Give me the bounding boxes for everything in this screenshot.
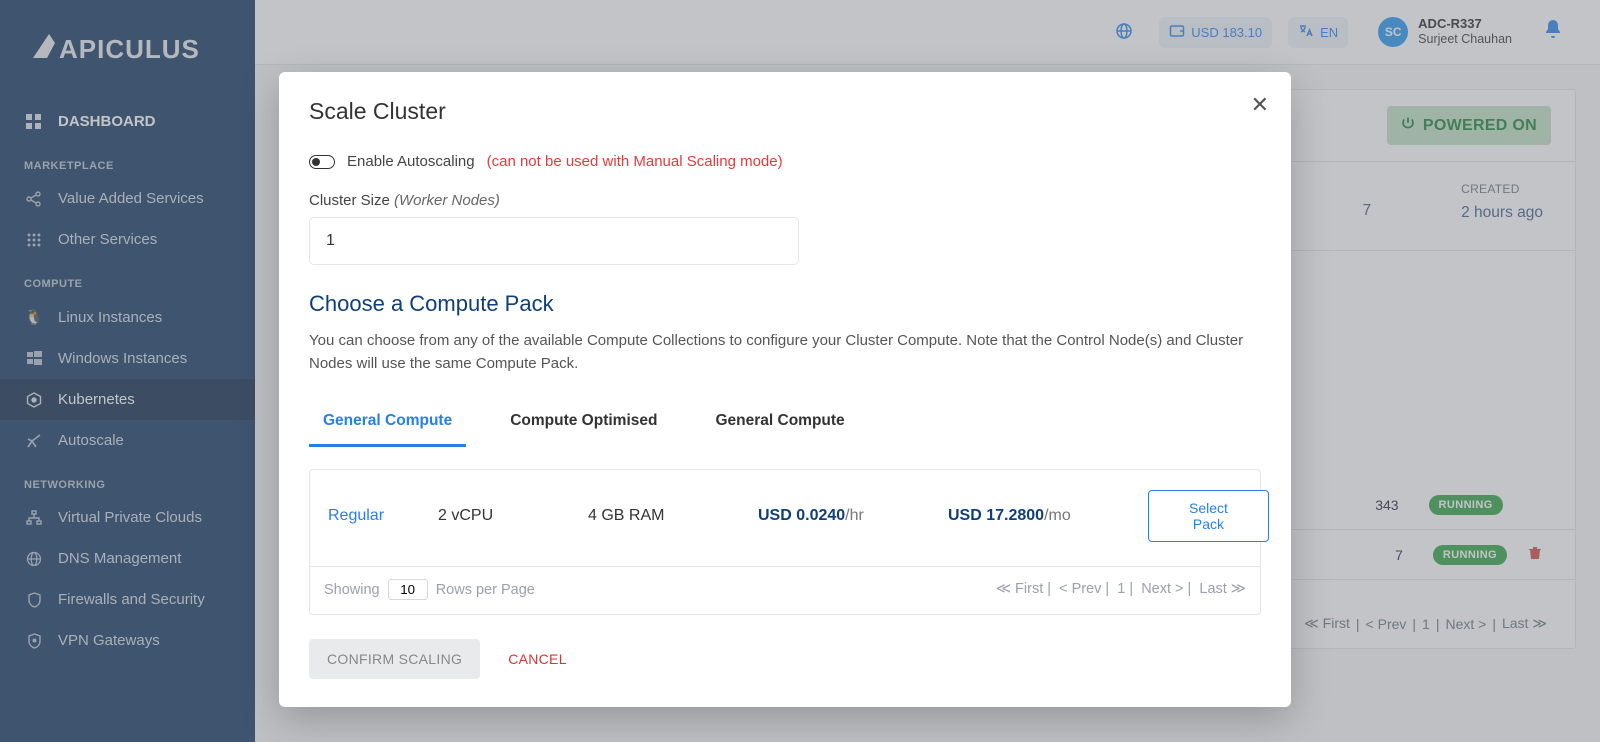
pager-last[interactable]: Last ≫ xyxy=(1199,581,1246,597)
pack-price-mo: USD 17.2800/mo xyxy=(948,507,1148,525)
pager-rows-suffix: Rows per Page xyxy=(436,582,535,598)
tab-general-compute-2[interactable]: General Compute xyxy=(701,402,858,447)
cancel-button[interactable]: CANCEL xyxy=(508,651,567,667)
size-label-text: Cluster Size xyxy=(309,192,390,209)
pager-first[interactable]: ≪ First xyxy=(996,581,1043,597)
pack-pager: Showing Rows per Page ≪ First | < Prev |… xyxy=(310,566,1260,614)
modal-title: Scale Cluster xyxy=(309,98,1261,125)
size-label-hint: (Worker Nodes) xyxy=(394,192,500,209)
pack-pager-right: ≪ First | < Prev | 1 | Next > | Last ≫ xyxy=(996,581,1246,597)
price-unit: /hr xyxy=(845,507,864,524)
select-pack-button[interactable]: Select Pack xyxy=(1148,490,1269,542)
scale-cluster-modal: Scale Cluster ✕ Enable Autoscaling (can … xyxy=(279,72,1291,707)
pack-pager-left: Showing Rows per Page xyxy=(324,579,535,600)
pack-name: Regular xyxy=(328,507,438,525)
close-icon[interactable]: ✕ xyxy=(1251,94,1269,116)
compute-pack-section-title: Choose a Compute Pack xyxy=(309,291,1261,317)
price-amount: USD 0.0240 xyxy=(758,507,845,524)
tab-compute-optimised[interactable]: Compute Optimised xyxy=(496,402,671,447)
price-amount: USD 17.2800 xyxy=(948,507,1044,524)
pager-rows-input[interactable] xyxy=(388,579,428,600)
pager-page: 1 xyxy=(1117,581,1125,597)
autoscale-row: Enable Autoscaling (can not be used with… xyxy=(309,153,1261,170)
price-unit: /mo xyxy=(1044,507,1071,524)
modal-actions: CONFIRM SCALING CANCEL xyxy=(309,639,1261,679)
autoscale-toggle[interactable] xyxy=(309,155,335,169)
cluster-size-label: Cluster Size (Worker Nodes) xyxy=(309,192,1261,209)
compute-pack-section-desc: You can choose from any of the available… xyxy=(309,329,1261,376)
compute-pack-row: Regular 2 vCPU 4 GB RAM USD 0.0240/hr US… xyxy=(310,470,1260,566)
compute-pack-card: Regular 2 vCPU 4 GB RAM USD 0.0240/hr US… xyxy=(309,469,1261,615)
pager-next[interactable]: Next > xyxy=(1141,581,1183,597)
autoscale-warning: (can not be used with Manual Scaling mod… xyxy=(487,153,783,170)
confirm-scaling-button[interactable]: CONFIRM SCALING xyxy=(309,639,480,679)
pager-prev[interactable]: < Prev xyxy=(1059,581,1101,597)
pack-ram: 4 GB RAM xyxy=(588,507,758,525)
pack-cpu: 2 vCPU xyxy=(438,507,588,525)
compute-pack-tabs: General Compute Compute Optimised Genera… xyxy=(309,402,1261,447)
autoscale-label: Enable Autoscaling xyxy=(347,153,475,170)
pager-showing-prefix: Showing xyxy=(324,582,380,598)
tab-general-compute[interactable]: General Compute xyxy=(309,402,466,447)
pack-price-hr: USD 0.0240/hr xyxy=(758,507,948,525)
cluster-size-input[interactable] xyxy=(309,217,799,265)
